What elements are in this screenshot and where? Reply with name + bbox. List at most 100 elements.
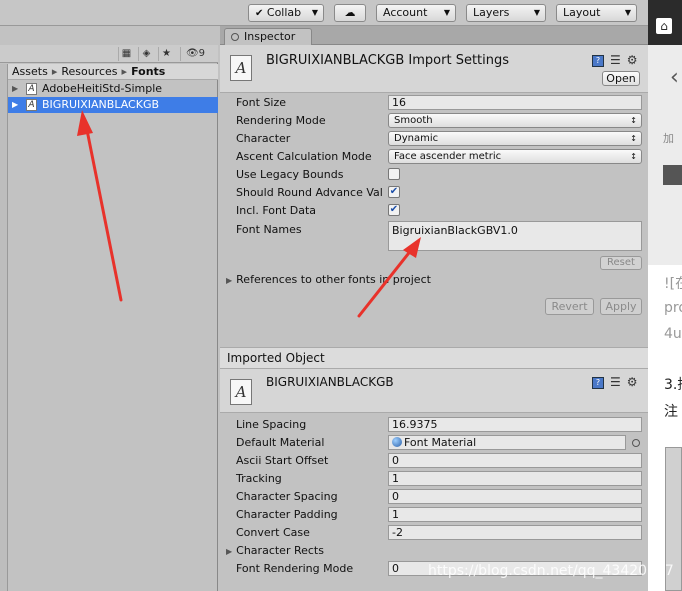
default-material-label: Default Material <box>236 436 325 449</box>
default-material-value: Font Material <box>404 436 477 449</box>
font-file-icon: A <box>26 83 37 95</box>
font-file-icon: A <box>26 99 37 111</box>
breadcrumb: Assets ▸ Resources ▸ Fonts <box>8 64 218 80</box>
apply-button[interactable]: Apply <box>600 298 642 315</box>
nav-chevron-icon[interactable]: ‹ <box>670 65 679 90</box>
import-settings-header: A BIGRUIXIANBLACKGB Import Settings ? ☰ ⚙ … <box>220 45 648 93</box>
breadcrumb-separator-icon: ▸ <box>51 65 58 78</box>
expand-arrow-icon[interactable]: ▶ <box>12 81 18 97</box>
favorite-star-icon[interactable]: ★ <box>158 47 174 61</box>
tab-inspector[interactable]: Inspector <box>224 28 312 45</box>
references-foldout[interactable]: ▶ References to other fonts in project <box>226 273 431 286</box>
round-advance-checkbox[interactable]: ✔ <box>388 186 400 198</box>
foldout-arrow-icon: ▶ <box>226 276 233 285</box>
breadcrumb-resources[interactable]: Resources <box>61 65 117 78</box>
help-book-icon[interactable]: ? <box>592 54 604 67</box>
article-text: 3.持 <box>664 377 682 393</box>
font-size-field[interactable]: 16 <box>388 95 642 110</box>
updown-arrow-icon: ↕ <box>630 116 637 125</box>
line-spacing-field[interactable]: 16.9375 <box>388 417 642 432</box>
collab-check-icon: ✔ <box>255 8 264 19</box>
cloud-icon: ☁ <box>344 6 356 19</box>
character-rects-foldout[interactable]: ▶ Character Rects <box>226 544 324 557</box>
gear-icon[interactable]: ⚙ <box>627 375 638 389</box>
character-spacing-field[interactable]: 0 <box>388 489 642 504</box>
browser-dark-bar: ⌂ <box>648 0 682 45</box>
character-spacing-label: Character Spacing <box>236 490 338 503</box>
file-row-adobeheiti[interactable]: ▶ A AdobeHeitiStd-Simple <box>8 81 218 97</box>
incl-font-data-label: Incl. Font Data <box>236 204 317 217</box>
layout-button[interactable]: Layout ▼ <box>556 4 637 22</box>
convert-case-field[interactable]: -2 <box>388 525 642 540</box>
file-name: BIGRUIXIANBLACKGB <box>42 98 160 111</box>
tracking-label: Tracking <box>236 472 282 485</box>
ascent-calc-label: Ascent Calculation Mode <box>236 150 372 163</box>
ascent-calc-select[interactable]: Face ascender metric ↕ <box>388 149 642 164</box>
project-search-bar: ▦ ◈ ★ 👁9 <box>0 45 218 63</box>
header-icons: ? ☰ ⚙ <box>592 375 644 389</box>
reset-button[interactable]: Reset <box>600 256 642 270</box>
layers-label: Layers <box>473 6 510 19</box>
object-picker-icon[interactable] <box>632 439 640 447</box>
font-names-field[interactable]: BigruixianBlackGBV1.0 <box>388 221 642 251</box>
character-padding-field[interactable]: 1 <box>388 507 642 522</box>
layers-button[interactable]: Layers ▼ <box>466 4 546 22</box>
line-spacing-label: Line Spacing <box>236 418 307 431</box>
open-button[interactable]: Open <box>602 71 640 86</box>
font-rendering-mode-label: Font Rendering Mode <box>236 562 354 575</box>
revert-button[interactable]: Revert <box>545 298 594 315</box>
article-text: ![在 <box>664 276 682 292</box>
dropdown-arrow-icon: ▼ <box>311 8 318 17</box>
article-text: pro <box>664 300 682 316</box>
dropdown-arrow-icon: ▼ <box>533 8 540 17</box>
ascii-offset-field[interactable]: 0 <box>388 453 642 468</box>
import-settings-title: BIGRUIXIANBLACKGB Import Settings <box>266 53 510 68</box>
collab-button[interactable]: ✔ Collab ▼ <box>248 4 324 22</box>
home-icon[interactable]: ⌂ <box>656 18 672 34</box>
font-asset-icon: A <box>230 379 252 405</box>
expand-arrow-icon[interactable]: ▶ <box>12 97 18 113</box>
import-settings-body: Font Size 16 Rendering Mode Smooth ↕ Char… <box>220 93 648 347</box>
article-text: 4u <box>664 326 682 342</box>
help-book-icon[interactable]: ? <box>592 376 604 389</box>
legacy-bounds-label: Use Legacy Bounds <box>236 168 344 181</box>
references-label: References to other fonts in project <box>236 273 431 286</box>
character-rects-label: Character Rects <box>236 544 324 557</box>
layout-label: Layout <box>563 6 601 19</box>
updown-arrow-icon: ↕ <box>630 152 637 161</box>
character-label: Character <box>236 132 291 145</box>
preset-sliders-icon[interactable]: ☰ <box>610 53 621 67</box>
article-text: 注 <box>664 404 678 420</box>
header-icons: ? ☰ ⚙ <box>592 53 644 67</box>
tracking-field[interactable]: 1 <box>388 471 642 486</box>
file-row-bigruixian[interactable]: ▶ A BIGRUIXIANBLACKGB <box>8 97 218 113</box>
character-padding-label: Character Padding <box>236 508 338 521</box>
font-names-label: Font Names <box>236 223 302 236</box>
breadcrumb-assets[interactable]: Assets <box>12 65 48 78</box>
hidden-packages-icon[interactable]: 👁9 <box>180 47 210 61</box>
cloud-button[interactable]: ☁ <box>334 4 366 22</box>
filter-count: 9 <box>198 48 206 59</box>
incl-font-data-checkbox[interactable]: ✔ <box>388 204 400 216</box>
main-toolbar: ✔ Collab ▼ ☁ Account ▼ Layers ▼ Layout ▼ <box>0 0 648 26</box>
rendering-mode-label: Rendering Mode <box>236 114 326 127</box>
rendering-mode-value: Smooth <box>394 115 433 126</box>
article-text: 加 <box>663 132 674 145</box>
character-value: Dynamic <box>394 133 439 144</box>
dropdown-arrow-icon: ▼ <box>624 8 631 17</box>
filter-by-type-icon[interactable]: ▦ <box>118 47 134 61</box>
ascent-calc-value: Face ascender metric <box>394 151 502 162</box>
legacy-bounds-checkbox[interactable] <box>388 168 400 180</box>
folder-tree-pane[interactable] <box>0 64 8 591</box>
preset-sliders-icon[interactable]: ☰ <box>610 375 621 389</box>
default-material-field[interactable]: Font Material <box>388 435 626 450</box>
gear-icon[interactable]: ⚙ <box>627 53 638 67</box>
font-size-label: Font Size <box>236 96 287 109</box>
breadcrumb-fonts[interactable]: Fonts <box>131 65 165 78</box>
watermark-text: https://blog.csdn.net/qq_43420347 <box>428 563 674 579</box>
character-select[interactable]: Dynamic ↕ <box>388 131 642 146</box>
account-button[interactable]: Account ▼ <box>376 4 456 22</box>
account-label: Account <box>383 6 428 19</box>
rendering-mode-select[interactable]: Smooth ↕ <box>388 113 642 128</box>
filter-by-label-icon[interactable]: ◈ <box>138 47 154 61</box>
